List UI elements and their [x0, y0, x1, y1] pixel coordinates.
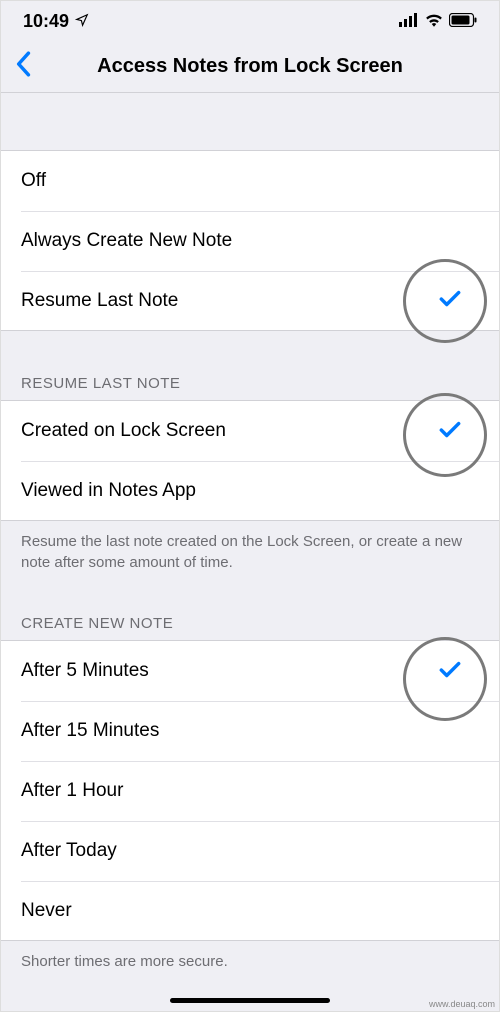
option-after-15-minutes[interactable]: After 15 Minutes: [1, 701, 499, 761]
checkmark-icon: [437, 656, 463, 687]
nav-bar: Access Notes from Lock Screen: [1, 41, 499, 93]
option-label: After 1 Hour: [21, 780, 479, 802]
option-after-today[interactable]: After Today: [1, 821, 499, 881]
page-title: Access Notes from Lock Screen: [97, 55, 403, 78]
option-label: After 5 Minutes: [21, 660, 479, 682]
section-header-resume: RESUME LAST NOTE: [1, 331, 499, 401]
option-label: Created on Lock Screen: [21, 420, 479, 442]
option-after-5-minutes[interactable]: After 5 Minutes: [1, 641, 499, 701]
option-after-1-hour[interactable]: After 1 Hour: [1, 761, 499, 821]
option-viewed-in-notes-app[interactable]: Viewed in Notes App: [1, 461, 499, 521]
back-button[interactable]: [15, 51, 31, 82]
section-header-create: CREATE NEW NOTE: [1, 589, 499, 641]
option-always-create-new-note[interactable]: Always Create New Note: [1, 211, 499, 271]
status-time: 10:49: [23, 11, 69, 32]
option-never[interactable]: Never: [1, 881, 499, 941]
battery-icon: [449, 11, 477, 32]
status-bar: 10:49: [1, 1, 499, 41]
location-icon: [75, 11, 89, 32]
option-label: Off: [21, 170, 479, 192]
option-label: Always Create New Note: [21, 230, 479, 252]
option-label: Viewed in Notes App: [21, 480, 479, 502]
section-footer-resume: Resume the last note created on the Lock…: [1, 521, 499, 589]
cellular-icon: [399, 11, 419, 32]
watermark: www.deuaq.com: [429, 999, 495, 1009]
section-footer-create: Shorter times are more secure.: [1, 941, 499, 988]
checkmark-icon: [437, 285, 463, 316]
option-label: Resume Last Note: [21, 290, 479, 312]
option-label: After 15 Minutes: [21, 720, 479, 742]
option-label: After Today: [21, 840, 479, 862]
option-created-on-lock-screen[interactable]: Created on Lock Screen: [1, 401, 499, 461]
checkmark-icon: [437, 416, 463, 447]
option-resume-last-note[interactable]: Resume Last Note: [1, 271, 499, 331]
wifi-icon: [425, 11, 443, 32]
home-indicator[interactable]: [170, 998, 330, 1003]
option-off[interactable]: Off: [1, 151, 499, 211]
option-label: Never: [21, 900, 479, 922]
